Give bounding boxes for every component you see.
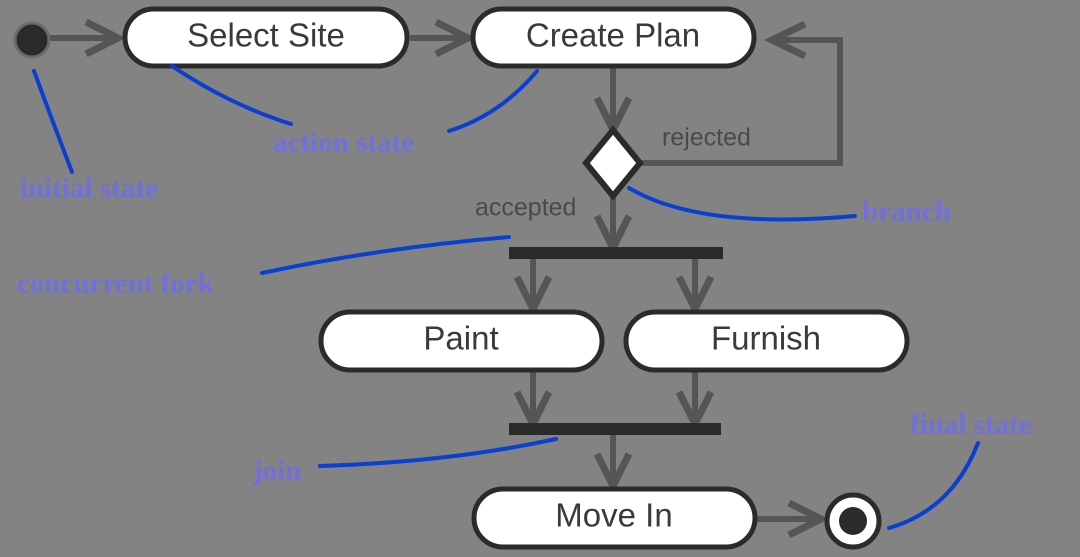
state-create-plan[interactable]: Create Plan [470, 6, 757, 69]
state-create-plan-label: Create Plan [526, 17, 700, 54]
transition-fork-to-furnish [675, 258, 715, 317]
leader-concurrent-fork [260, 235, 511, 275]
fork-bar[interactable] [509, 247, 723, 259]
annotation-branch: branch [862, 196, 951, 228]
state-select-site[interactable]: Select Site [122, 6, 410, 69]
transition-furnish-to-join [675, 371, 715, 432]
annotation-concurrent-fork: concurrent fork [17, 268, 215, 300]
annotation-final-state: final state [910, 409, 1032, 441]
join-bar[interactable] [509, 423, 721, 435]
transition-create-plan-to-branch [593, 66, 633, 138]
state-paint-label: Paint [423, 320, 498, 357]
state-move-in-label: Move In [555, 497, 672, 534]
state-furnish[interactable]: Furnish [623, 309, 910, 373]
guard-rejected-label: rejected [662, 124, 751, 152]
transition-move-in-to-final [757, 499, 829, 539]
activity-diagram-canvas: Select Site Create Plan Paint Furnish Mo… [0, 0, 1080, 557]
annotation-action-state: action state [273, 127, 414, 159]
decision-diamond[interactable] [582, 125, 644, 201]
diagram-svg: Select Site Create Plan Paint Furnish Mo… [13, 6, 1032, 550]
state-select-site-label: Select Site [187, 17, 345, 54]
state-furnish-label: Furnish [711, 320, 821, 357]
annotation-join: join [252, 455, 301, 487]
state-paint[interactable]: Paint [318, 309, 605, 373]
leader-initial-state [32, 69, 74, 174]
initial-state[interactable] [13, 21, 51, 59]
transition-paint-to-join [513, 371, 553, 432]
final-state[interactable] [824, 492, 882, 550]
transition-select-site-to-create-plan [410, 18, 476, 58]
transition-branch-to-fork [593, 196, 633, 256]
leader-join [318, 437, 558, 468]
leader-action-state [170, 64, 293, 126]
guard-accepted-label: accepted [475, 194, 576, 222]
leader-final-state [887, 441, 980, 530]
transition-initial-to-select-site [47, 18, 126, 58]
leader-branch [627, 186, 857, 222]
leader-action-state-2 [447, 69, 539, 133]
transition-join-to-move-in [593, 434, 633, 494]
transition-fork-to-paint [513, 258, 553, 317]
state-move-in[interactable]: Move In [471, 486, 758, 550]
annotation-initial-state: initial state [20, 173, 158, 205]
